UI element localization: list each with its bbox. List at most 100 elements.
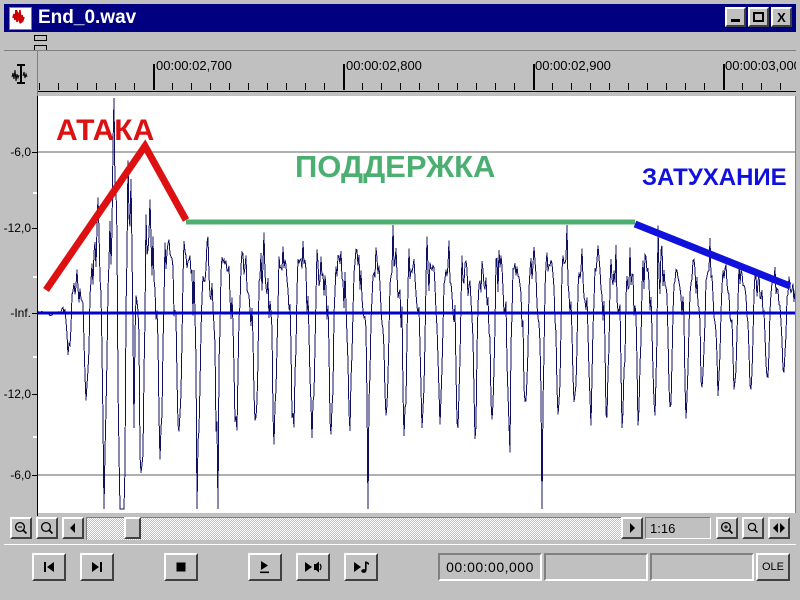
ruler-minor-tick xyxy=(609,83,610,90)
amplitude-label: -6,0 xyxy=(10,468,31,482)
close-icon: X xyxy=(777,9,786,25)
arrow-right-icon xyxy=(630,523,635,533)
ruler-minor-tick xyxy=(761,83,762,90)
ruler-minor-tick xyxy=(58,83,59,90)
menu-strip xyxy=(4,32,796,51)
ruler-minor-tick xyxy=(77,83,78,90)
ruler-minor-tick xyxy=(267,83,268,90)
ruler-minor-tick xyxy=(286,83,287,90)
ruler-minor-tick xyxy=(115,83,116,90)
play-button[interactable] xyxy=(248,553,282,581)
amplitude-label: -12,0 xyxy=(3,387,31,401)
ruler-minor-tick xyxy=(590,83,591,90)
ruler-minor-tick xyxy=(457,83,458,90)
title-bar: End_0.wav X xyxy=(4,4,796,32)
ruler-minor-tick xyxy=(438,83,439,90)
stop-icon xyxy=(176,562,186,572)
amplitude-tick xyxy=(32,313,37,314)
ruler-minor-tick xyxy=(704,83,705,90)
ruler-time-label: 00:00:02,700 xyxy=(156,58,232,73)
timeline-scale[interactable]: 00:00:02,700 00:00:02,800 00:00:02,900 00:0… xyxy=(38,51,796,96)
amplitude-minor-tick xyxy=(33,436,37,438)
window-controls: X xyxy=(725,7,792,27)
ruler-minor-tick xyxy=(362,83,363,90)
ruler-minor-tick xyxy=(514,83,515,90)
annotation-sustain: ПОДДЕРЖКА xyxy=(186,149,635,225)
ruler-time-label: 00:00:03,000 xyxy=(725,58,796,73)
magnifier-icon xyxy=(40,521,54,535)
waveform-icon xyxy=(9,6,32,30)
zoom-normal-button[interactable] xyxy=(36,517,58,539)
annotation-label-sustain: ПОДДЕРЖКА xyxy=(295,149,495,184)
scroll-thumb[interactable] xyxy=(124,517,141,539)
go-to-start-button[interactable] xyxy=(32,553,66,581)
play-note-icon xyxy=(354,561,369,573)
zoom-ratio-display: 1:16 xyxy=(645,517,711,539)
amplitude-label: -12,0 xyxy=(3,221,31,235)
maximize-button[interactable] xyxy=(748,7,769,27)
scroll-trough[interactable] xyxy=(86,517,621,540)
ruler-time-label: 00:00:02,900 xyxy=(535,58,611,73)
waveform-ibeam-icon[interactable] xyxy=(4,51,38,96)
status-field-3 xyxy=(650,553,754,581)
application-window: End_0.wav X 00:00:02,700 00:00:02,800 00… xyxy=(0,0,800,600)
scroll-right-button[interactable] xyxy=(621,517,643,539)
magnifier-minus-icon xyxy=(14,521,28,535)
ruler-minor-tick xyxy=(476,83,477,90)
ruler-minor-tick xyxy=(39,83,40,90)
scroll-left-button[interactable] xyxy=(62,517,84,539)
amplitude-minor-tick xyxy=(33,276,37,278)
ruler-minor-tick xyxy=(628,83,629,90)
window-title: End_0.wav xyxy=(38,7,137,28)
skip-back-icon xyxy=(44,562,54,572)
minimize-button[interactable] xyxy=(725,7,746,27)
annotation-decay: ЗАТУХАНИЕ xyxy=(633,164,792,290)
horizontal-scroll-zoom-bar: 1:16 xyxy=(4,516,796,542)
ole-button[interactable]: OLE xyxy=(756,553,790,581)
ruler-minor-tick xyxy=(248,83,249,90)
amplitude-tick xyxy=(32,228,37,229)
stop-button[interactable] xyxy=(164,553,198,581)
menu-marker-1 xyxy=(34,35,47,41)
ruler-minor-tick xyxy=(191,83,192,90)
waveform-canvas[interactable]: АТАКА ПОДДЕРЖКА ЗАТУХАНИЕ xyxy=(38,96,796,513)
amplitude-minor-tick xyxy=(33,192,37,194)
zoom-in-button[interactable] xyxy=(716,517,738,539)
ruler-minor-tick xyxy=(305,83,306,90)
magnifier-icon xyxy=(747,522,759,534)
ruler-minor-tick xyxy=(571,83,572,90)
ruler-baseline xyxy=(38,91,796,92)
amplitude-minor-tick xyxy=(33,356,37,358)
waveform-area: -6,0 -12,0 -Inf. -12,0 -6,0 АТАКА ПОДДЕРЖКА ЗА… xyxy=(3,96,796,518)
amplitude-label: -6,0 xyxy=(10,145,31,159)
annotation-label-attack: АТАКА xyxy=(56,114,154,147)
ruler-major-tick xyxy=(153,64,155,90)
minimize-icon xyxy=(731,19,740,22)
ruler-minor-tick xyxy=(419,83,420,90)
go-to-end-button[interactable] xyxy=(80,553,114,581)
play-preview-button[interactable] xyxy=(296,553,330,581)
ruler-minor-tick xyxy=(666,83,667,90)
close-button[interactable]: X xyxy=(771,7,792,27)
play-speaker-icon xyxy=(305,561,322,573)
amplitude-tick xyxy=(32,475,37,476)
ruler-minor-tick xyxy=(780,83,781,90)
arrows-horizontal-icon xyxy=(773,523,785,533)
ruler-time-label: 00:00:02,800 xyxy=(346,58,422,73)
fit-to-window-button[interactable] xyxy=(768,517,790,539)
zoom-out-full-button[interactable] xyxy=(10,517,32,539)
magnifier-plus-icon xyxy=(720,521,734,535)
amplitude-label: -Inf. xyxy=(10,306,31,320)
amplitude-tick xyxy=(32,394,37,395)
ruler-minor-tick xyxy=(400,83,401,90)
current-time-display: 00:00:00,000 xyxy=(438,553,542,581)
zoom-selection-button[interactable] xyxy=(742,517,764,539)
annotation-label-decay: ЗАТУХАНИЕ xyxy=(642,164,787,191)
amplitude-axis: -6,0 -12,0 -Inf. -12,0 -6,0 xyxy=(3,96,38,518)
status-field-2 xyxy=(544,553,648,581)
play-note-button[interactable] xyxy=(344,553,378,581)
skip-forward-icon xyxy=(92,562,102,572)
ruler-minor-tick xyxy=(685,83,686,90)
timeline-ruler-row: 00:00:02,700 00:00:02,800 00:00:02,900 00:0… xyxy=(4,50,796,96)
transport-bar: 00:00:00,000 OLE xyxy=(4,544,796,595)
